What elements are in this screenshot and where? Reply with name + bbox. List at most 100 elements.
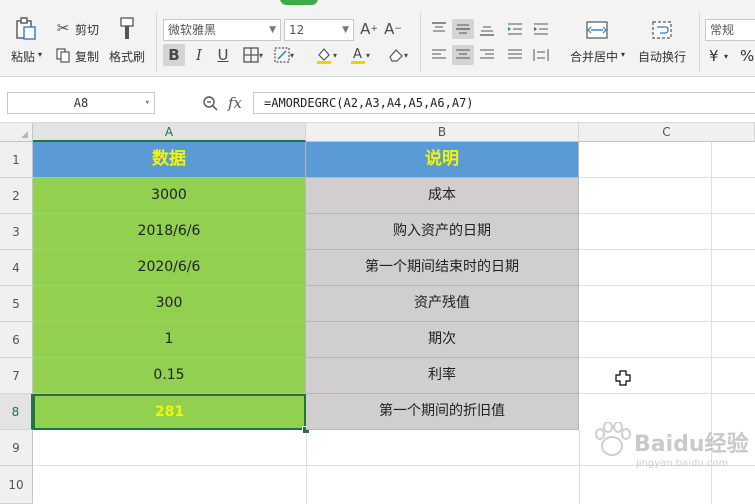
- cell-a1[interactable]: 数据: [33, 142, 306, 178]
- cut-button[interactable]: 剪切: [75, 21, 99, 38]
- align-right-icon[interactable]: [476, 45, 498, 65]
- cell-b6[interactable]: 期次: [306, 322, 579, 358]
- name-box[interactable]: A8 ▾: [7, 92, 155, 114]
- cell-value: 购入资产的日期: [393, 223, 491, 239]
- scissors-icon[interactable]: ✂: [54, 19, 72, 37]
- format-painter-icon[interactable]: [117, 16, 137, 42]
- cell-a6[interactable]: 1: [33, 322, 306, 358]
- row-header-5[interactable]: 5: [0, 286, 33, 322]
- distributed-icon[interactable]: [530, 45, 552, 65]
- align-bottom-icon[interactable]: [476, 19, 498, 39]
- cell-a3[interactable]: 2018/6/6: [33, 214, 306, 250]
- column-header-c[interactable]: C: [579, 123, 755, 142]
- row-header-6[interactable]: 6: [0, 322, 33, 358]
- row-header-9[interactable]: 9: [0, 430, 33, 466]
- bold-icon[interactable]: B: [163, 44, 185, 66]
- zoom-icon[interactable]: [200, 92, 220, 114]
- cell-value: 0.15: [153, 367, 185, 383]
- crosshair-cursor-icon: [615, 370, 631, 386]
- row-header-7[interactable]: 7: [0, 358, 33, 394]
- cell-a7[interactable]: 0.15: [33, 358, 306, 394]
- chevron-down-icon: ▾: [38, 50, 43, 59]
- fill-color-icon[interactable]: ▾: [312, 44, 340, 66]
- row-header-1[interactable]: 1: [0, 142, 33, 178]
- paste-button[interactable]: 粘贴: [11, 48, 35, 65]
- italic-icon[interactable]: I: [188, 44, 210, 66]
- row-header-3[interactable]: 3: [0, 214, 33, 250]
- cell-a2[interactable]: 3000: [33, 178, 306, 214]
- decrease-font-icon[interactable]: A −: [383, 19, 403, 39]
- select-all-corner[interactable]: [0, 123, 33, 142]
- gridline: [579, 285, 755, 286]
- header-data-label: 数据: [152, 149, 186, 169]
- font-color-icon[interactable]: A ▾: [346, 44, 374, 66]
- align-middle-icon[interactable]: [452, 19, 474, 39]
- font-name-select[interactable]: 微软雅黑 ▼: [163, 19, 281, 41]
- copy-button[interactable]: 复制: [75, 48, 99, 65]
- merge-center-icon[interactable]: [584, 19, 610, 41]
- text-direction-icon[interactable]: [504, 19, 526, 39]
- cell-a4[interactable]: 2020/6/6: [33, 250, 306, 286]
- currency-button[interactable]: ¥: [709, 47, 719, 65]
- borders-icon[interactable]: ▾: [240, 44, 266, 66]
- cell-value: 利率: [428, 367, 456, 383]
- chevron-down-icon: ▾: [724, 52, 729, 61]
- eraser-icon[interactable]: ▾: [384, 44, 412, 66]
- row-number: 1: [12, 153, 20, 167]
- row-number: 10: [8, 478, 24, 492]
- divider: [420, 12, 421, 72]
- baidu-jingyan-watermark: Baidu经验 jingyan.baidu.com: [592, 420, 752, 480]
- ribbon-toolbar: 粘贴 ▾ ✂ 剪切 复制 格式刷 微软雅黑 ▼ 12 ▼ A + A − B I U…: [0, 6, 755, 77]
- gridline: [306, 430, 307, 504]
- percent-icon[interactable]: %: [740, 47, 754, 65]
- header-description-label: 说明: [425, 149, 459, 169]
- cell-value: 期次: [428, 331, 456, 347]
- gridline: [579, 321, 755, 322]
- insert-function-button[interactable]: fx: [228, 94, 242, 112]
- cell-b5[interactable]: 资产残值: [306, 286, 579, 322]
- align-left-icon[interactable]: [428, 45, 450, 65]
- font-size-select[interactable]: 12 ▼: [284, 19, 354, 41]
- paste-icon[interactable]: [14, 16, 38, 42]
- cell-a5[interactable]: 300: [33, 286, 306, 322]
- justify-icon[interactable]: [504, 45, 526, 65]
- number-format-select[interactable]: 常规: [705, 19, 755, 41]
- chevron-down-icon[interactable]: ▾: [145, 93, 150, 113]
- wrap-text-icon[interactable]: [650, 19, 674, 41]
- row-header-10[interactable]: 10: [0, 466, 33, 504]
- paw-icon: [595, 422, 631, 456]
- column-header-a[interactable]: A: [33, 123, 306, 142]
- formula-input[interactable]: =AMORDEGRC(A2,A3,A4,A5,A6,A7): [253, 92, 755, 114]
- cell-b1[interactable]: 说明: [306, 142, 579, 178]
- tab-start-active[interactable]: [280, 0, 318, 5]
- align-top-icon[interactable]: [428, 19, 450, 39]
- watermark-text: Baidu经验: [634, 432, 749, 457]
- cell-value: 3000: [151, 187, 187, 203]
- cell-a8-selected[interactable]: 281: [33, 394, 306, 430]
- gridline: [579, 430, 580, 504]
- result-value: 281: [154, 404, 185, 420]
- align-center-icon[interactable]: [452, 45, 474, 65]
- cell-b8[interactable]: 第一个期间的折旧值: [306, 394, 579, 430]
- column-header-b[interactable]: B: [306, 123, 579, 142]
- cell-b7[interactable]: 利率: [306, 358, 579, 394]
- row-header-2[interactable]: 2: [0, 178, 33, 214]
- gridline: [579, 213, 755, 214]
- indent-icon[interactable]: [530, 19, 552, 39]
- merge-center-button[interactable]: 合并居中: [570, 48, 618, 65]
- cell-b3[interactable]: 购入资产的日期: [306, 214, 579, 250]
- gridline: [579, 177, 755, 178]
- cell-style-icon[interactable]: ▾: [270, 44, 298, 66]
- row-header-8[interactable]: 8: [0, 394, 33, 430]
- name-box-value: A8: [73, 96, 89, 110]
- cell-b2[interactable]: 成本: [306, 178, 579, 214]
- wrap-text-button[interactable]: 自动换行: [638, 48, 686, 65]
- format-painter-button[interactable]: 格式刷: [109, 48, 145, 65]
- increase-font-icon[interactable]: A +: [359, 19, 379, 39]
- copy-icon[interactable]: [54, 46, 72, 64]
- number-format-value: 常规: [710, 23, 735, 37]
- row-header-4[interactable]: 4: [0, 250, 33, 286]
- cell-value: 2018/6/6: [137, 223, 201, 239]
- underline-icon[interactable]: U: [212, 44, 234, 66]
- cell-b4[interactable]: 第一个期间结束时的日期: [306, 250, 579, 286]
